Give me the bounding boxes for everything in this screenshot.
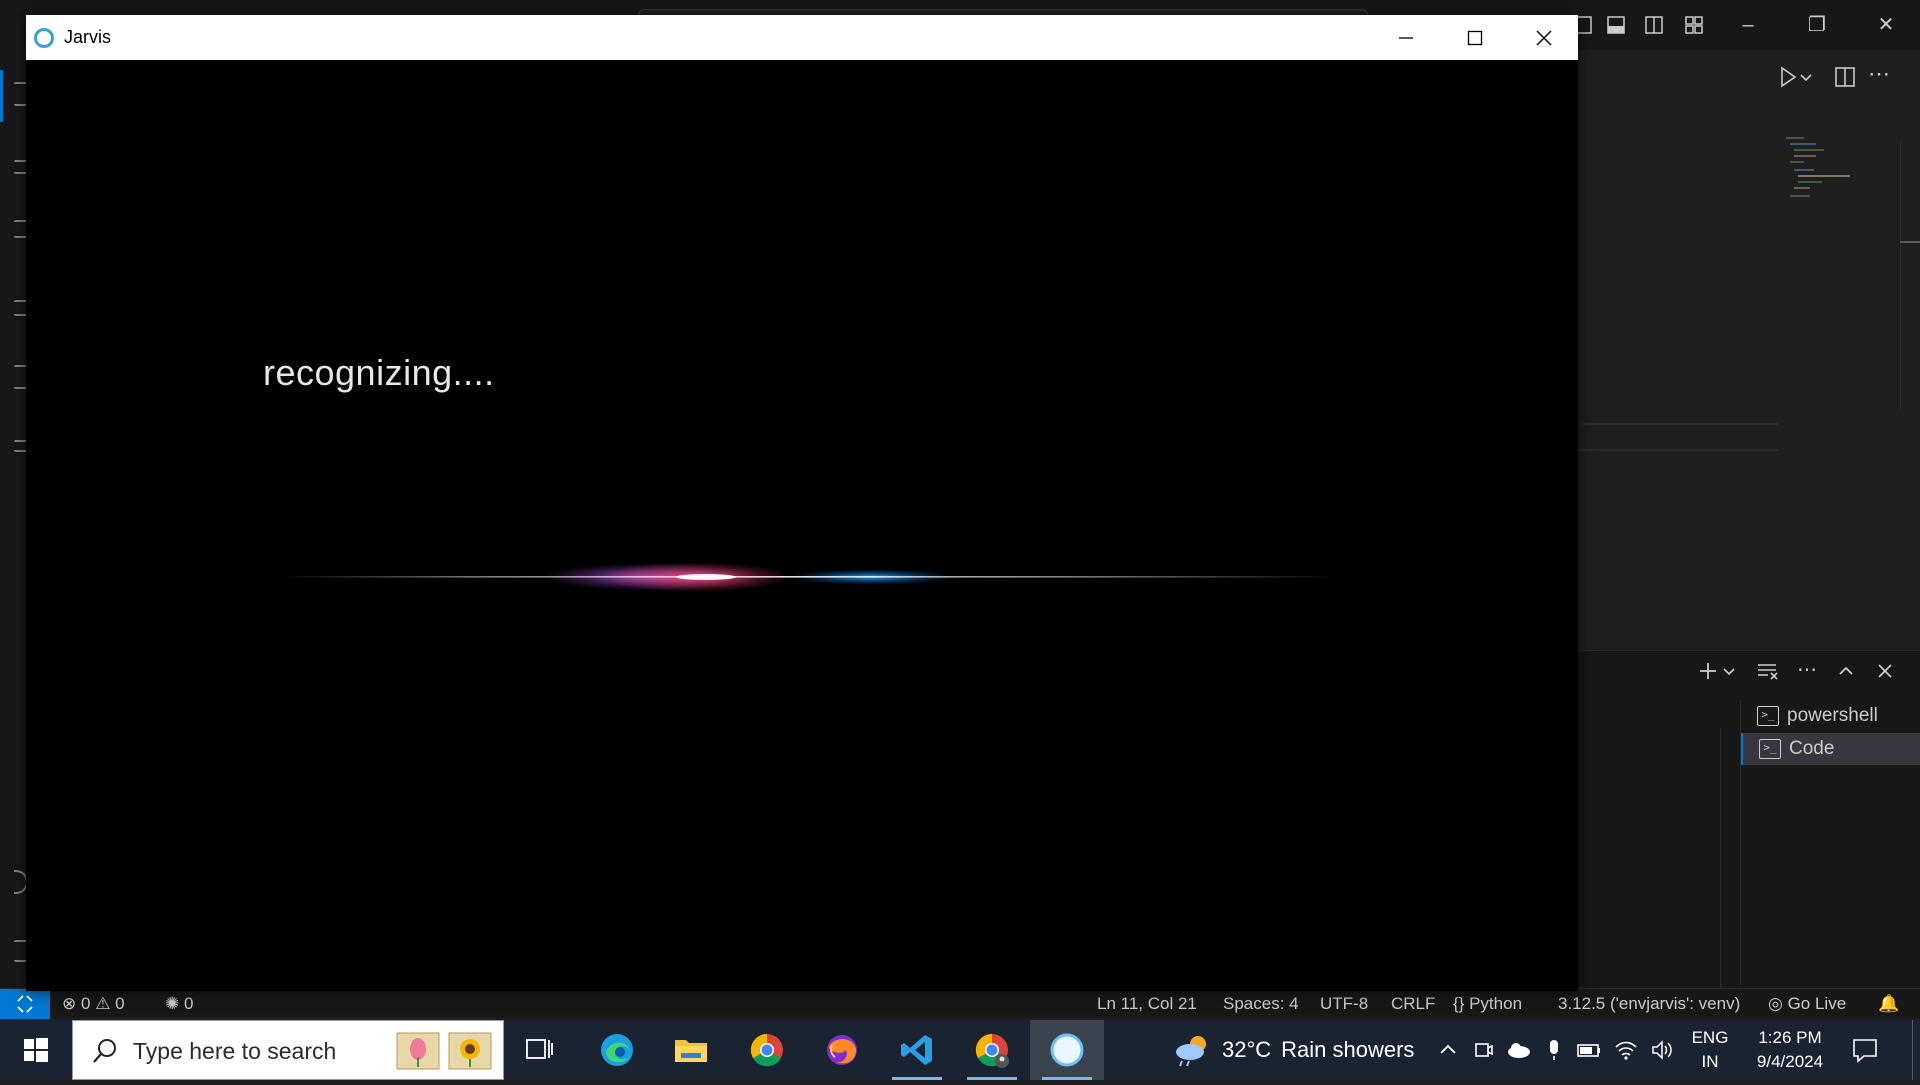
notifications-bell-icon[interactable]: 🔔 — [1878, 989, 1899, 1019]
windows-start-icon[interactable] — [0, 1020, 72, 1080]
terminal-panel-sash[interactable] — [1720, 728, 1721, 990]
weather-widget[interactable]: 32°C Rain showers — [1172, 1020, 1414, 1080]
input-language-indicator[interactable]: ENG IN — [1688, 1026, 1732, 1074]
remote-indicator-icon[interactable] — [0, 989, 50, 1019]
rain-cloud-icon — [1176, 1036, 1206, 1067]
action-center-icon[interactable] — [1850, 1035, 1880, 1065]
show-hidden-icons-chevron-up-icon[interactable] — [1436, 1038, 1460, 1062]
jarvis-taskbar-icon[interactable] — [1030, 1020, 1104, 1080]
braces-icon: {} — [1453, 994, 1465, 1013]
ports-status[interactable]: ✺ 0 — [165, 989, 193, 1019]
warning-count: 0 — [115, 994, 125, 1013]
chrome-browser-icon[interactable] — [730, 1020, 804, 1080]
clear-terminal-icon[interactable] — [1755, 660, 1781, 686]
windows-taskbar: Type here to search 32°C Rain showers EN… — [0, 1020, 1920, 1080]
toggle-secondary-sidebar-icon[interactable] — [1643, 14, 1665, 36]
terminal-tab-label: Code — [1789, 738, 1835, 759]
search-placeholder: Type here to search — [133, 1038, 337, 1064]
microphone-icon[interactable] — [1542, 1038, 1566, 1062]
volume-icon[interactable] — [1650, 1038, 1674, 1062]
minimap[interactable] — [1780, 135, 1890, 205]
toggle-panel-icon[interactable] — [1605, 14, 1627, 36]
voice-waveform — [281, 563, 1341, 591]
vscode-close-icon[interactable]: ✕ — [1866, 10, 1906, 40]
vscode-restore-icon[interactable]: ❐ — [1797, 10, 1837, 40]
jarvis-app-icon — [34, 28, 54, 48]
problems-status[interactable]: ⊗ 0 ⚠ 0 — [62, 989, 125, 1019]
clock-time: 1:26 PM — [1758, 1028, 1822, 1047]
error-count: 0 — [80, 994, 91, 1013]
wave-core — [676, 574, 736, 580]
terminal-icon: >_ — [1757, 706, 1779, 726]
activity-active-indicator — [0, 70, 3, 122]
onedrive-cloud-icon[interactable] — [1506, 1038, 1530, 1062]
edge-browser-icon[interactable] — [580, 1020, 654, 1080]
vscode-minimize-icon[interactable]: – — [1728, 10, 1768, 40]
terminal-icon: >_ — [1759, 739, 1781, 759]
chrome-profile-icon[interactable] — [955, 1020, 1029, 1080]
more-actions-icon[interactable]: ⋯ — [1866, 63, 1892, 90]
maximize-panel-chevron-up-icon[interactable] — [1833, 660, 1859, 686]
editor-divider — [1578, 423, 1778, 425]
wave-baseline — [281, 576, 1341, 578]
python-interpreter[interactable]: 3.12.5 ('envjarvis': venv) — [1558, 989, 1740, 1019]
terminal-tab-code[interactable]: >_ Code — [1741, 733, 1920, 765]
language-mode[interactable]: {} Python — [1453, 989, 1522, 1019]
editor-scrollbar[interactable] — [1900, 140, 1920, 410]
error-icon: ⊗ — [62, 994, 77, 1013]
activity-bar — [0, 50, 28, 990]
taskbar-search-box[interactable]: Type here to search — [72, 1020, 504, 1080]
weather-condition: Rain showers — [1281, 1037, 1415, 1062]
meet-now-camera-icon[interactable] — [1472, 1038, 1496, 1062]
firefox-browser-icon[interactable] — [805, 1020, 879, 1080]
terminal-tab-powershell[interactable]: >_ powershell — [1741, 700, 1920, 732]
show-desktop-button[interactable] — [1912, 1020, 1920, 1080]
minimize-icon[interactable] — [1371, 15, 1440, 60]
jarvis-window: Jarvis recognizing.... — [26, 15, 1578, 991]
clock-date: 9/4/2024 — [1756, 1052, 1824, 1071]
new-terminal-plus-icon[interactable] — [1695, 660, 1721, 686]
maximize-icon[interactable] — [1440, 15, 1509, 60]
language-code: ENG — [1691, 1028, 1729, 1047]
language-region: IN — [1701, 1052, 1719, 1071]
vscode-taskbar-icon[interactable] — [880, 1020, 954, 1080]
encoding-status[interactable]: UTF-8 — [1320, 989, 1368, 1019]
minimap-slider[interactable] — [1900, 241, 1920, 243]
jarvis-titlebar[interactable]: Jarvis — [26, 15, 1578, 60]
cursor-position[interactable]: Ln 11, Col 21 — [1097, 989, 1197, 1019]
search-icon — [93, 1039, 116, 1063]
terminal-profile-chevron-down-icon[interactable] — [1722, 660, 1736, 686]
editor-actions: ⋯ — [1578, 60, 1920, 96]
warning-icon: ⚠ — [95, 994, 111, 1013]
system-clock[interactable]: 1:26 PM 9/4/2024 — [1740, 1026, 1840, 1074]
close-icon[interactable] — [1509, 15, 1578, 60]
weather-temperature: 32°C — [1222, 1037, 1272, 1062]
eol-status[interactable]: CRLF — [1391, 989, 1435, 1019]
customize-layout-icon[interactable] — [1683, 14, 1705, 36]
search-highlight-flowers-icon — [396, 1032, 492, 1070]
split-editor-icon[interactable] — [1832, 64, 1858, 90]
battery-icon[interactable] — [1576, 1038, 1600, 1062]
editor-divider — [1578, 449, 1778, 451]
run-dropdown-chevron-down-icon[interactable] — [1798, 64, 1814, 90]
broadcast-icon: ◎ — [1768, 994, 1783, 1013]
go-live-button[interactable]: ◎ Go Live — [1768, 989, 1846, 1019]
task-view-icon[interactable] — [503, 1020, 577, 1080]
terminal-tab-label: powershell — [1787, 705, 1878, 726]
jarvis-window-title: Jarvis — [64, 27, 112, 47]
ports-count: 0 — [183, 994, 194, 1013]
language-label: Python — [1469, 994, 1523, 1013]
panel-more-actions-icon[interactable]: ⋯ — [1794, 660, 1820, 686]
indentation-status[interactable]: Spaces: 4 — [1223, 989, 1299, 1019]
file-explorer-icon[interactable] — [654, 1020, 728, 1080]
wifi-icon[interactable] — [1614, 1038, 1638, 1062]
terminal-tab-list: >_ powershell >_ Code — [1740, 700, 1920, 985]
close-panel-icon[interactable] — [1872, 660, 1898, 686]
vscode-statusbar: ⊗ 0 ⚠ 0 ✺ 0 Ln 11, Col 21 Spaces: 4 UTF-… — [0, 988, 1920, 1019]
ports-antenna-icon: ✺ — [165, 994, 180, 1013]
recognition-status-text: recognizing.... — [263, 352, 495, 393]
go-live-label: Go Live — [1787, 994, 1847, 1013]
